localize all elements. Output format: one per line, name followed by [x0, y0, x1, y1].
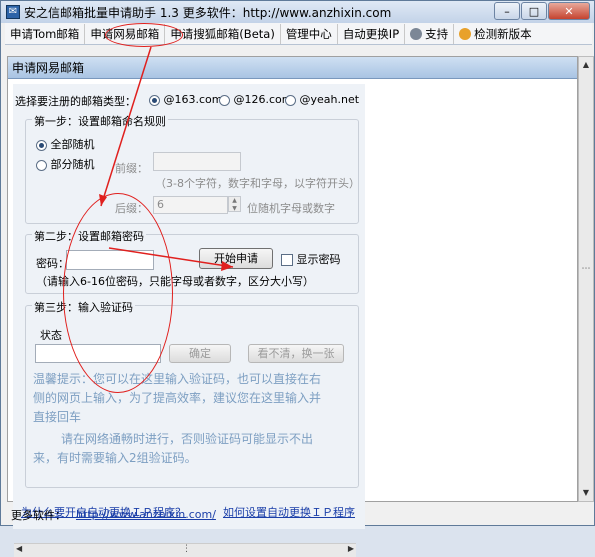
- scroll-left-icon[interactable]: ◀: [16, 544, 22, 553]
- scroll-right-icon[interactable]: ▶: [348, 544, 354, 553]
- scroll-grip-icon: ⋮: [182, 544, 191, 554]
- main-window: ✉ 安之信邮箱批量申请助手 1.3 更多软件：http://www.anzhix…: [0, 0, 595, 557]
- horizontal-scrollbar[interactable]: ◀ ⋮ ▶: [14, 543, 356, 557]
- annotation-arrows: [99, 46, 234, 271]
